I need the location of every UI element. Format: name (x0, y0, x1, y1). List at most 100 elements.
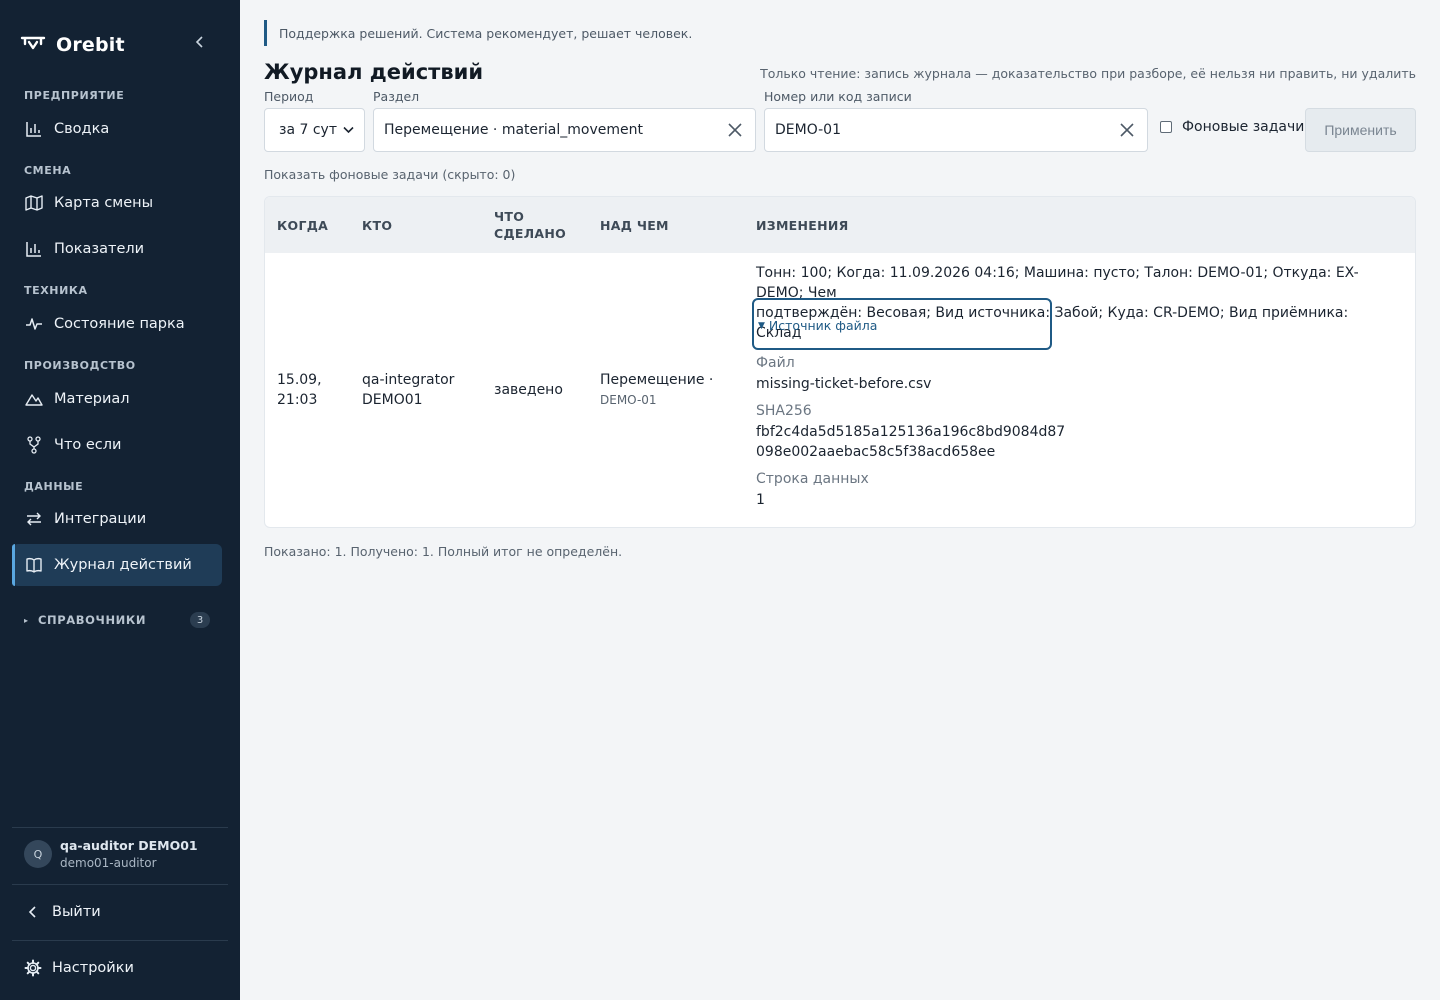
collapse-sidebar-button[interactable] (188, 30, 212, 54)
sidebar-divider (12, 940, 228, 941)
chevron-down-icon (343, 126, 354, 134)
orebit-logo-icon (20, 36, 46, 50)
cell-target-code: DEMO-01 (600, 393, 657, 407)
cell-when-time: 21:03 (277, 392, 318, 408)
sidebar-item-summary[interactable]: Сводка (12, 108, 222, 150)
logout-button[interactable]: Выйти (24, 900, 101, 924)
fork-icon (24, 435, 44, 455)
main-content: Поддержка решений. Система рекомендует, … (240, 0, 1440, 1000)
table-header: КОГДА КТО ЧТО СДЕЛАНО НАД ЧЕМ ИЗМЕНЕНИЯ (265, 197, 1415, 253)
record-label: Номер или код записи (764, 89, 912, 104)
settings-button[interactable]: Настройки (24, 956, 134, 980)
sha256-line: fbf2c4da5d5185a125136a196c8bd9084d87 (756, 424, 1066, 440)
sidebar: Orebit ПРЕДПРИЯТИЕ Сводка СМЕНА Карта см… (0, 0, 240, 1000)
data-row-label: Строка данных (756, 471, 869, 487)
sidebar-item-shift-map[interactable]: Карта смены (12, 182, 222, 224)
period-label: Период (264, 89, 314, 104)
file-value: missing-ticket-before.csv (756, 376, 932, 392)
show-background-tasks-link[interactable]: Показать фоновые задачи (скрыто: 0) (264, 167, 515, 182)
brand[interactable]: Orebit (20, 30, 125, 60)
cell-when: 15.09, 21:03 (277, 370, 322, 410)
cell-who-user: qa-integrator (362, 372, 455, 388)
user-profile[interactable]: Q qa-auditor DEMO01 demo01-auditor (24, 838, 198, 870)
apply-button[interactable]: Применить (1305, 108, 1416, 152)
section-label-production: ПРОИЗВОДСТВО (24, 359, 136, 372)
settings-label: Настройки (52, 960, 134, 976)
sidebar-item-label: Сводка (54, 121, 110, 137)
file-source-summary[interactable]: ▼ Источник файла (758, 318, 1050, 333)
triangle-right-icon: ▸ (24, 615, 29, 625)
column-header-who: КТО (362, 218, 393, 233)
gear-icon (24, 959, 42, 977)
clear-record-icon[interactable] (1119, 122, 1135, 138)
period-select[interactable]: за 7 сут (264, 108, 365, 152)
section-label-data: ДАННЫЕ (24, 480, 84, 493)
map-icon (24, 193, 44, 213)
page-title: Журнал действий (264, 60, 484, 84)
section-label-shift: СМЕНА (24, 164, 72, 177)
sidebar-divider (12, 827, 228, 828)
avatar: Q (24, 840, 52, 868)
sha256-label: SHA256 (756, 403, 812, 419)
file-source-label: Источник файла (768, 318, 878, 333)
app-name: Orebit (56, 34, 125, 56)
section-label-enterprise: ПРЕДПРИЯТИЕ (24, 89, 125, 102)
column-header-target: НАД ЧЕМ (600, 218, 669, 233)
sidebar-item-label: Карта смены (54, 195, 154, 211)
sidebar-item-metrics[interactable]: Показатели (12, 228, 222, 270)
column-header-when: КОГДА (277, 218, 329, 233)
readonly-note: Только чтение: запись журнала — доказате… (760, 66, 1416, 81)
background-tasks-checkbox[interactable] (1160, 121, 1172, 133)
sidebar-item-label: Показатели (54, 241, 145, 257)
sidebar-item-label: Интеграции (54, 511, 147, 527)
sidebar-item-integrations[interactable]: Интеграции (12, 498, 222, 540)
chevron-left-icon (195, 36, 203, 48)
sidebar-item-label: Материал (54, 391, 130, 407)
user-name: qa-auditor DEMO01 (60, 838, 198, 853)
file-source-details[interactable]: ▼ Источник файла (752, 298, 1052, 350)
references-label: СПРАВОЧНИКИ (38, 613, 147, 627)
changes-line: Тонн: 100; Когда: 11.09.2026 04:16; Маши… (756, 265, 1359, 301)
column-header-action-line1: ЧТО (494, 209, 525, 224)
logout-label: Выйти (52, 904, 101, 920)
data-row-value: 1 (756, 492, 765, 508)
column-header-action: ЧТО СДЕЛАНО (494, 208, 566, 242)
period-select-value: за 7 сут (279, 122, 337, 138)
sidebar-item-material[interactable]: Материал (12, 378, 222, 420)
column-header-changes: ИЗМЕНЕНИЯ (756, 218, 849, 233)
cell-who: qa-integrator DEMO01 (362, 370, 454, 410)
sidebar-item-label: Журнал действий (54, 557, 192, 573)
section-label: Раздел (373, 89, 420, 104)
section-input[interactable]: Перемещение · material_movement (373, 108, 756, 152)
sidebar-item-what-if[interactable]: Что если (12, 424, 222, 466)
sha256-line: 098e002aaebac58c5f38acd658ee (756, 444, 996, 460)
pulse-icon (24, 314, 44, 334)
sidebar-item-action-log[interactable]: Журнал действий (12, 544, 222, 586)
section-label-equipment: ТЕХНИКА (24, 284, 88, 297)
record-input[interactable]: DEMO-01 (764, 108, 1148, 152)
record-input-value: DEMO-01 (775, 122, 841, 138)
sidebar-item-label: Что если (54, 437, 122, 453)
cell-when-date: 15.09, (277, 372, 322, 388)
arrows-icon (24, 509, 44, 529)
file-label: Файл (756, 355, 795, 371)
bar-chart-icon (24, 119, 44, 139)
sidebar-item-label: Состояние парка (54, 316, 185, 332)
section-input-value: Перемещение · material_movement (384, 122, 643, 138)
sha256-value: fbf2c4da5d5185a125136a196c8bd9084d87 098… (756, 422, 1065, 462)
results-summary: Показано: 1. Получено: 1. Полный итог не… (264, 544, 623, 559)
sidebar-item-fleet-status[interactable]: Состояние парка (12, 303, 222, 345)
mountain-icon (24, 389, 44, 409)
action-log-table: КОГДА КТО ЧТО СДЕЛАНО НАД ЧЕМ ИЗМЕНЕНИЯ … (264, 196, 1416, 528)
references-toggle[interactable]: ▸ СПРАВОЧНИКИ 3 (24, 610, 210, 630)
background-tasks-toggle[interactable]: Фоновые задачи (1160, 119, 1304, 135)
decision-support-banner: Поддержка решений. Система рекомендует, … (264, 20, 692, 46)
triangle-down-icon: ▼ (758, 320, 765, 331)
cell-target: Перемещение · DEMO-01 (600, 370, 713, 410)
cell-who-org: DEMO01 (362, 392, 423, 408)
cell-action: заведено (494, 382, 563, 398)
column-header-action-line2: СДЕЛАНО (494, 226, 567, 241)
chevron-left-icon (24, 903, 42, 921)
cell-target-main: Перемещение · (600, 372, 714, 388)
clear-section-icon[interactable] (727, 122, 743, 138)
